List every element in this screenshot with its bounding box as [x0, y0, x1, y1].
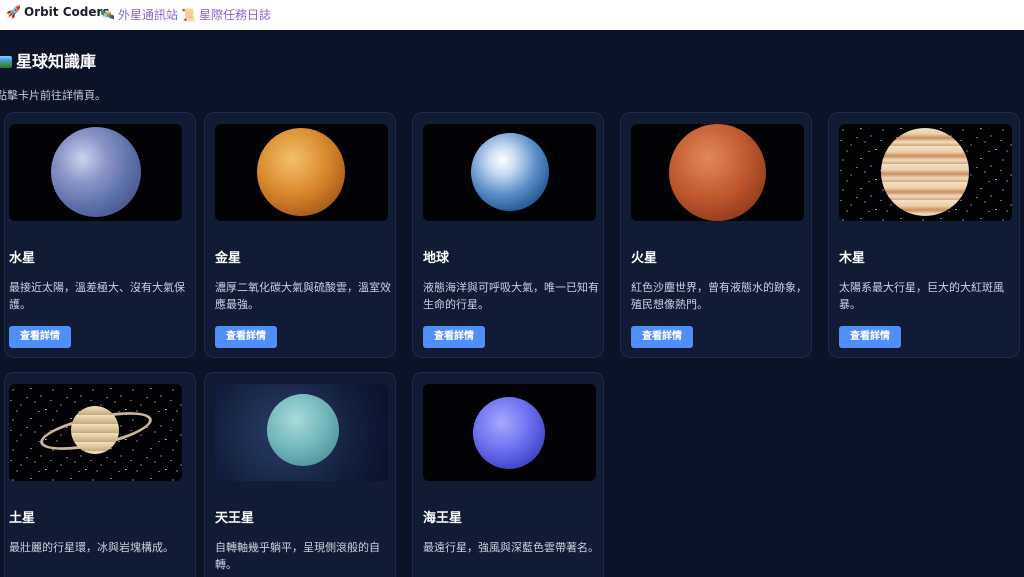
view-details-button[interactable]: 查看詳情: [839, 326, 901, 348]
planet-image-mercury: [9, 124, 182, 221]
planet-name: 木星: [839, 251, 866, 266]
planet-image-uranus: [215, 384, 388, 481]
planet-name: 水星: [9, 251, 36, 266]
planet-description: 最接近太陽，溫差極大、沒有大氣保護。: [9, 281, 185, 311]
top-nav-bar: 🚀 Orbit Coders 🛰️ 外星通訊站 📜 星際任務日誌: [0, 0, 1024, 30]
planet-description: 太陽系最大行星，巨大的大紅斑風暴。: [839, 281, 1004, 311]
scroll-icon: 📜: [181, 8, 196, 22]
planet-image-jupiter: [839, 124, 1012, 221]
planet-image-earth: [423, 124, 596, 221]
planet-image-neptune: [423, 384, 596, 481]
view-details-button[interactable]: 查看詳情: [423, 326, 485, 348]
planet-card-saturn[interactable]: 土星 最壯麗的行星環，冰與岩塊構成。: [4, 372, 196, 577]
planet-card-earth[interactable]: 地球 液態海洋與可呼吸大氣，唯一已知有生命的行星。 查看詳情: [412, 112, 604, 358]
brand-label: Orbit Coders: [23, 5, 110, 19]
planet-card-uranus[interactable]: 天王星 自轉軸幾乎躺平，呈現側滾般的自轉。: [204, 372, 396, 577]
planet-description: 最遠行星，強風與深藍色雲帶著名。: [423, 541, 599, 554]
nav-link-mission-log[interactable]: 📜 星際任務日誌: [181, 6, 271, 23]
page-title: 星球知識庫: [0, 48, 96, 72]
planet-description: 濃厚二氧化碳大氣與硫酸雲，溫室效應最強。: [215, 281, 391, 311]
nav-link-alien-station[interactable]: 🛰️ 外星通訊站: [100, 6, 178, 23]
planet-description: 紅色沙塵世界，曾有液態水的跡象，殖民想像熱門。: [631, 281, 807, 311]
world-map-icon: [0, 56, 12, 68]
planet-card-jupiter[interactable]: 木星 太陽系最大行星，巨大的大紅斑風暴。 查看詳情: [828, 112, 1020, 358]
planet-name: 土星: [9, 511, 36, 526]
page-hint: 點擊卡片前往詳情頁。: [0, 89, 106, 102]
satellite-icon: 🛰️: [100, 8, 115, 22]
planet-image-venus: [215, 124, 388, 221]
view-details-button[interactable]: 查看詳情: [631, 326, 693, 348]
planet-name: 地球: [423, 251, 450, 266]
planet-name: 金星: [215, 251, 242, 266]
nav-link-label: 星際任務日誌: [198, 8, 271, 22]
nav-link-label: 外星通訊站: [117, 8, 178, 22]
planet-card-neptune[interactable]: 海王星 最遠行星，強風與深藍色雲帶著名。: [412, 372, 604, 577]
rocket-icon: 🚀: [6, 5, 21, 19]
planet-description: 自轉軸幾乎躺平，呈現側滾般的自轉。: [215, 541, 380, 571]
planet-name: 火星: [631, 251, 658, 266]
planet-name: 海王星: [423, 511, 463, 526]
brand-link[interactable]: 🚀 Orbit Coders: [6, 5, 110, 19]
planet-description: 液態海洋與可呼吸大氣，唯一已知有生命的行星。: [423, 281, 599, 311]
planet-image-saturn: [9, 384, 182, 481]
planet-name: 天王星: [215, 511, 255, 526]
planet-image-mars: [631, 124, 804, 221]
view-details-button[interactable]: 查看詳情: [9, 326, 71, 348]
view-details-button[interactable]: 查看詳情: [215, 326, 277, 348]
planet-card-mercury[interactable]: 水星 最接近太陽，溫差極大、沒有大氣保護。 查看詳情: [4, 112, 196, 358]
planet-card-venus[interactable]: 金星 濃厚二氧化碳大氣與硫酸雲，溫室效應最強。 查看詳情: [204, 112, 396, 358]
planet-card-mars[interactable]: 火星 紅色沙塵世界，曾有液態水的跡象，殖民想像熱門。 查看詳情: [620, 112, 812, 358]
planet-description: 最壯麗的行星環，冰與岩塊構成。: [9, 541, 174, 554]
page-title-text: 星球知識庫: [16, 52, 97, 71]
